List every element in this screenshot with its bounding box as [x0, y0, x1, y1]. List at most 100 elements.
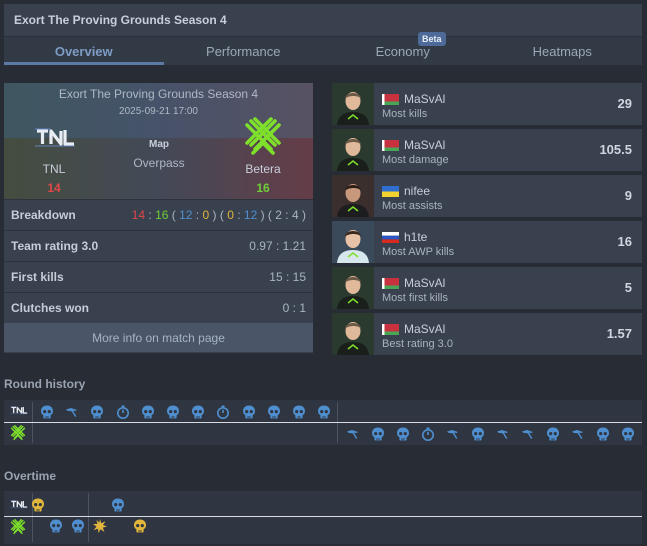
flag-by-icon — [382, 277, 399, 289]
first-kills-value: 15 : 15 — [269, 270, 306, 284]
player-card[interactable]: h1te Most AWP kills 16 — [332, 221, 642, 263]
team-rating-label: Team rating 3.0 — [11, 239, 99, 253]
overtime-ct-skull-icon[interactable] — [110, 497, 126, 513]
player-photo[interactable] — [332, 313, 374, 355]
round-timer-icon[interactable] — [115, 404, 131, 420]
player-stat-label: Most assists — [382, 200, 443, 212]
round-ct-skull-icon[interactable] — [545, 426, 561, 442]
round-history-panel — [4, 400, 642, 445]
round-history-title: Round history — [4, 377, 86, 391]
round-ct-skull-icon[interactable] — [620, 426, 636, 442]
more-info-link[interactable]: More info on match page — [4, 323, 313, 352]
player-stat-value: 105.5 — [599, 142, 632, 157]
map-name: Overpass — [133, 156, 185, 170]
player-stat-value: 9 — [624, 188, 632, 203]
clutches-row: Clutches won 0 : 1 — [4, 292, 313, 323]
tab-bar: Overview Performance Economy Beta Heatma… — [4, 32, 643, 65]
event-name: Exort The Proving Grounds Season 4 — [58, 87, 259, 101]
round-ct-skull-icon[interactable] — [89, 404, 105, 420]
flag-ru-icon — [382, 231, 399, 243]
overtime-title: Overtime — [4, 469, 57, 483]
player-photo[interactable] — [332, 267, 374, 309]
round-ct-skull-icon[interactable] — [266, 404, 282, 420]
tab-economy[interactable]: Economy Beta — [323, 32, 483, 65]
tnl-logo-icon — [10, 404, 28, 416]
player-card[interactable]: MaSvAl Best rating 3.0 1.57 — [332, 313, 642, 355]
overtime-t-skull-icon[interactable] — [132, 518, 148, 534]
player-photo[interactable] — [332, 129, 374, 171]
round-defuse-icon[interactable] — [570, 426, 586, 442]
player-stat-label: Most kills — [382, 108, 428, 120]
tnl-logo-icon — [10, 498, 28, 510]
tab-heatmaps-label: Heatmaps — [532, 43, 592, 59]
overtime-panel — [4, 491, 642, 544]
overtime-ct-skull-icon[interactable] — [48, 518, 64, 534]
round-ct-skull-icon[interactable] — [395, 426, 411, 442]
player-name[interactable]: MaSvAl — [404, 322, 445, 336]
round-ct-skull-icon[interactable] — [316, 404, 332, 420]
round-timer-icon[interactable] — [215, 404, 231, 420]
round-ct-skull-icon[interactable] — [140, 404, 156, 420]
flag-by-icon — [382, 93, 399, 105]
team2-name[interactable]: Betera — [223, 162, 303, 176]
team-rating-row: Team rating 3.0 0.97 : 1.21 — [4, 230, 313, 261]
round-ct-skull-icon[interactable] — [370, 426, 386, 442]
player-stat-value: 16 — [617, 234, 632, 249]
round-ct-skull-icon[interactable] — [291, 404, 307, 420]
player-photo[interactable] — [332, 221, 374, 263]
player-name[interactable]: nifee — [404, 184, 430, 198]
player-card[interactable]: MaSvAl Most first kills 5 — [332, 267, 642, 309]
player-photo[interactable] — [332, 175, 374, 217]
round-defuse-icon[interactable] — [445, 426, 461, 442]
player-stat-label: Best rating 3.0 — [382, 338, 453, 350]
tab-overview[interactable]: Overview — [4, 37, 164, 65]
match-date: 2025-09-21 17:00 — [119, 106, 198, 117]
player-photo[interactable] — [332, 83, 374, 125]
round-ct-skull-icon[interactable] — [595, 426, 611, 442]
betera-logo-icon — [10, 425, 26, 441]
clutches-label: Clutches won — [11, 301, 90, 315]
player-card[interactable]: nifee Most assists 9 — [332, 175, 642, 217]
player-stat-value: 1.57 — [606, 326, 632, 341]
tab-performance-label: Performance — [206, 43, 281, 59]
betera-logo-icon — [10, 519, 26, 535]
team2-score: 16 — [256, 181, 270, 195]
breakdown-label: Breakdown — [11, 208, 76, 222]
betera-logo-icon[interactable] — [242, 117, 284, 157]
player-card[interactable]: MaSvAl Most kills 29 — [332, 83, 642, 125]
round-ct-skull-icon[interactable] — [39, 404, 55, 420]
overtime-explosion-icon[interactable] — [92, 518, 108, 534]
round-ct-skull-icon[interactable] — [470, 426, 486, 442]
flag-by-icon — [382, 323, 399, 335]
tnl-logo-icon[interactable] — [34, 125, 76, 149]
overtime-ct-skull-icon[interactable] — [70, 518, 86, 534]
round-timer-icon[interactable] — [420, 426, 436, 442]
round-defuse-icon[interactable] — [345, 426, 361, 442]
round-ct-skull-icon[interactable] — [190, 404, 206, 420]
tab-heatmaps[interactable]: Heatmaps — [483, 37, 643, 65]
player-name[interactable]: MaSvAl — [404, 276, 445, 290]
team1-name[interactable]: TNL — [14, 162, 94, 176]
tab-overview-label: Overview — [54, 43, 113, 59]
round-defuse-icon[interactable] — [520, 426, 536, 442]
match-banner: Exort The Proving Grounds Season 4 2025-… — [4, 83, 313, 199]
tab-performance[interactable]: Performance — [164, 37, 324, 65]
flag-ua-icon — [382, 185, 399, 197]
overtime-t-skull-icon[interactable] — [30, 497, 46, 513]
round-defuse-icon[interactable] — [64, 404, 80, 420]
match-summary-card: Exort The Proving Grounds Season 4 2025-… — [4, 83, 313, 353]
beta-badge: Beta — [418, 32, 446, 46]
match-header: Exort The Proving Grounds Season 4 Overv… — [4, 4, 642, 65]
player-stat-label: Most damage — [382, 154, 449, 166]
player-card[interactable]: MaSvAl Most damage 105.5 — [332, 129, 642, 171]
player-name[interactable]: MaSvAl — [404, 92, 445, 106]
round-ct-skull-icon[interactable] — [241, 404, 257, 420]
breakdown-row: Breakdown 14 : 16 ( 12 : 0 ) ( 0 : 12 ) … — [4, 199, 313, 230]
player-name[interactable]: h1te — [404, 230, 427, 244]
top-players-list: MaSvAl Most kills 29 MaSvAl Most damage 105.5… — [332, 83, 642, 359]
player-name[interactable]: MaSvAl — [404, 138, 445, 152]
page-title: Exort The Proving Grounds Season 4 — [14, 13, 227, 27]
round-ct-skull-icon[interactable] — [165, 404, 181, 420]
breakdown-value: 14 : 16 ( 12 : 0 ) ( 0 : 12 ) ( 2 : 4 ) — [131, 208, 306, 222]
round-defuse-icon[interactable] — [495, 426, 511, 442]
